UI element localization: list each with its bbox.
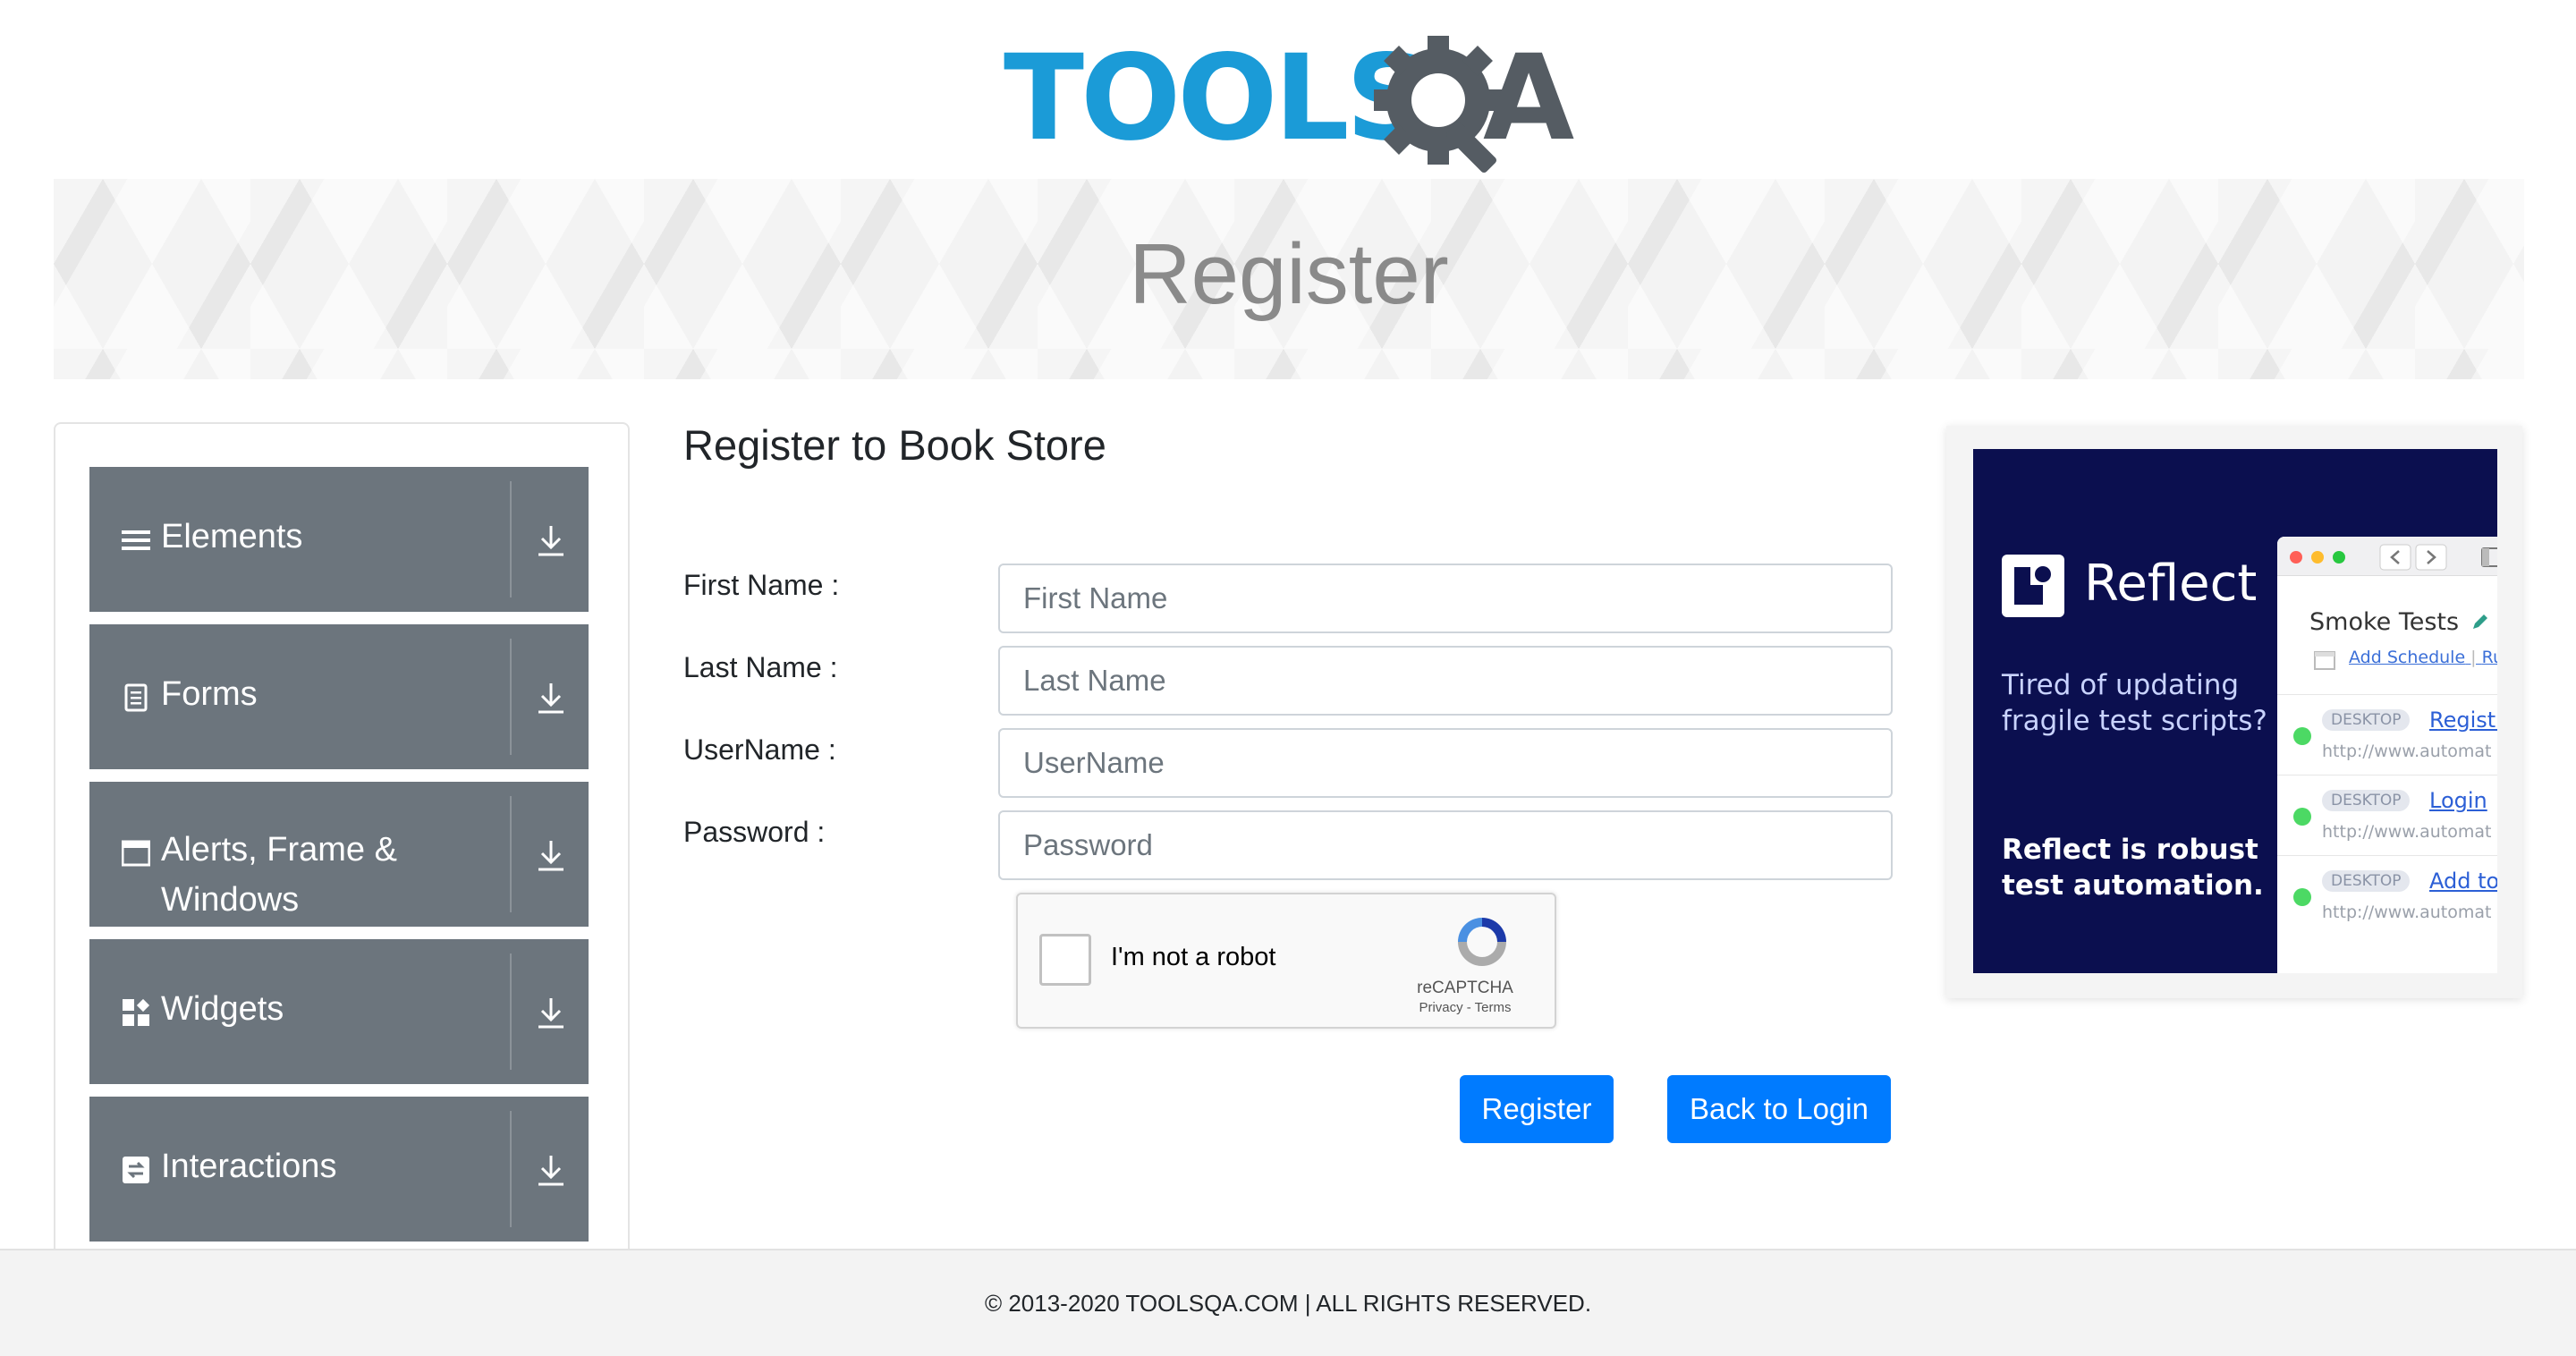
sidebar-toggle-icon: [2481, 547, 2497, 567]
platform-badge: DESKTOP: [2322, 709, 2411, 731]
download-arrow-icon: [538, 683, 564, 714]
test-url: http://www.automat: [2322, 822, 2492, 842]
footer: © 2013-2020 TOOLSQA.COM | ALL RIGHTS RES…: [0, 1249, 2576, 1356]
ad-app-window: Smoke Tests Add Schedule | Ru DESKTOP Re…: [2277, 537, 2497, 973]
test-row: DESKTOP Registr http://www.automat: [2277, 694, 2497, 773]
logo-text-a: A: [1483, 30, 1575, 167]
menu-group-elements[interactable]: Elements: [89, 467, 589, 612]
window-titlebar: [2277, 537, 2497, 576]
test-row: DESKTOP Login http://www.automat: [2277, 775, 2497, 853]
menu-group-interactions[interactable]: Interactions: [89, 1097, 589, 1242]
reflect-logo-icon: [2002, 555, 2064, 617]
toolsqa-logo[interactable]: TOOLS A: [1000, 23, 1581, 174]
menu-group-alerts-frame-windows[interactable]: Alerts, Frame & Windows: [89, 782, 589, 927]
add-schedule-text: Add Schedule: [2349, 648, 2466, 667]
divider: [510, 953, 512, 1070]
more-link: Ru: [2481, 648, 2497, 667]
last-name-label: Last Name :: [683, 651, 838, 683]
reflect-ad[interactable]: Reflect Tired of updating fragile test s…: [1973, 449, 2497, 973]
test-name: Login: [2429, 788, 2487, 813]
test-url: http://www.automat: [2322, 903, 2492, 922]
password-input[interactable]: [998, 810, 1893, 880]
back-to-login-button[interactable]: Back to Login: [1667, 1075, 1891, 1143]
download-arrow-icon: [538, 841, 564, 871]
status-dot: [2293, 888, 2311, 906]
interactions-icon: [123, 1157, 149, 1183]
test-url: http://www.automat: [2322, 742, 2492, 761]
first-name-input[interactable]: [998, 564, 1893, 633]
test-row: DESKTOP Add to http://www.automat: [2277, 855, 2497, 934]
download-arrow-icon: [538, 526, 564, 556]
nav-arrows-icon: [2379, 544, 2447, 571]
page-banner: Register: [54, 179, 2524, 379]
hamburger-icon: [122, 530, 150, 550]
menu-group-label: Interactions: [161, 1148, 337, 1185]
recaptcha-privacy-terms[interactable]: Privacy - Terms: [1376, 1000, 1555, 1015]
download-arrow-icon: [538, 998, 564, 1029]
last-name-input[interactable]: [998, 646, 1893, 716]
divider: [510, 639, 512, 755]
ad-tagline: Tired of updating fragile test scripts?: [2002, 669, 2267, 737]
separator: |: [2465, 648, 2482, 667]
platform-badge: DESKTOP: [2322, 790, 2411, 811]
ad-brand: Reflect: [2084, 555, 2258, 613]
register-button[interactable]: Register: [1460, 1075, 1614, 1143]
add-schedule-link: Add Schedule | Ru: [2349, 648, 2497, 667]
menu-group-label-line1: Alerts, Frame &: [161, 831, 397, 869]
menu-group-label: Elements: [161, 518, 303, 555]
form-heading: Register to Book Store: [683, 421, 1106, 469]
password-label: Password :: [683, 816, 826, 848]
menu-group-label-line2: Windows: [161, 881, 300, 919]
username-label: UserName :: [683, 733, 836, 766]
window-icon: [122, 840, 150, 867]
logo-text-tools: TOOLS: [1004, 30, 1431, 167]
widgets-icon: [123, 998, 150, 1026]
username-input[interactable]: [998, 728, 1893, 798]
menu-group-widgets[interactable]: Widgets: [89, 939, 589, 1084]
maximize-dot: [2333, 551, 2345, 564]
minimize-dot: [2311, 551, 2324, 564]
close-dot: [2290, 551, 2302, 564]
calendar-icon: [2314, 651, 2335, 670]
status-dot: [2293, 727, 2311, 745]
document-icon: [124, 683, 148, 712]
divider: [510, 796, 512, 912]
first-name-label: First Name :: [683, 569, 840, 601]
recaptcha-label: I'm not a robot: [1111, 943, 1276, 971]
download-arrow-icon: [538, 1156, 564, 1186]
ad-subline: Reflect is robust test automation.: [2002, 834, 2264, 902]
test-name: Registr: [2429, 708, 2497, 733]
copyright-text: © 2013-2020 TOOLSQA.COM | ALL RIGHTS RES…: [984, 1290, 1592, 1317]
divider: [510, 1111, 512, 1227]
status-dot: [2293, 808, 2311, 826]
recaptcha-logo-icon: [1458, 918, 1506, 966]
menu-group-label: Forms: [161, 675, 258, 713]
test-name: Add to: [2429, 869, 2497, 894]
divider: [510, 481, 512, 597]
platform-badge: DESKTOP: [2322, 870, 2411, 892]
page-title: Register: [1129, 226, 1449, 322]
recaptcha-widget: I'm not a robot reCAPTCHA Privacy - Term…: [1016, 893, 1556, 1029]
suite-title: Smoke Tests: [2309, 608, 2460, 636]
recaptcha-checkbox[interactable]: [1039, 934, 1091, 986]
recaptcha-brand: reCAPTCHA: [1417, 979, 1513, 997]
edit-pencil-icon: [2473, 614, 2487, 629]
menu-group-label: Widgets: [161, 990, 284, 1028]
menu-group-forms[interactable]: Forms: [89, 624, 589, 769]
